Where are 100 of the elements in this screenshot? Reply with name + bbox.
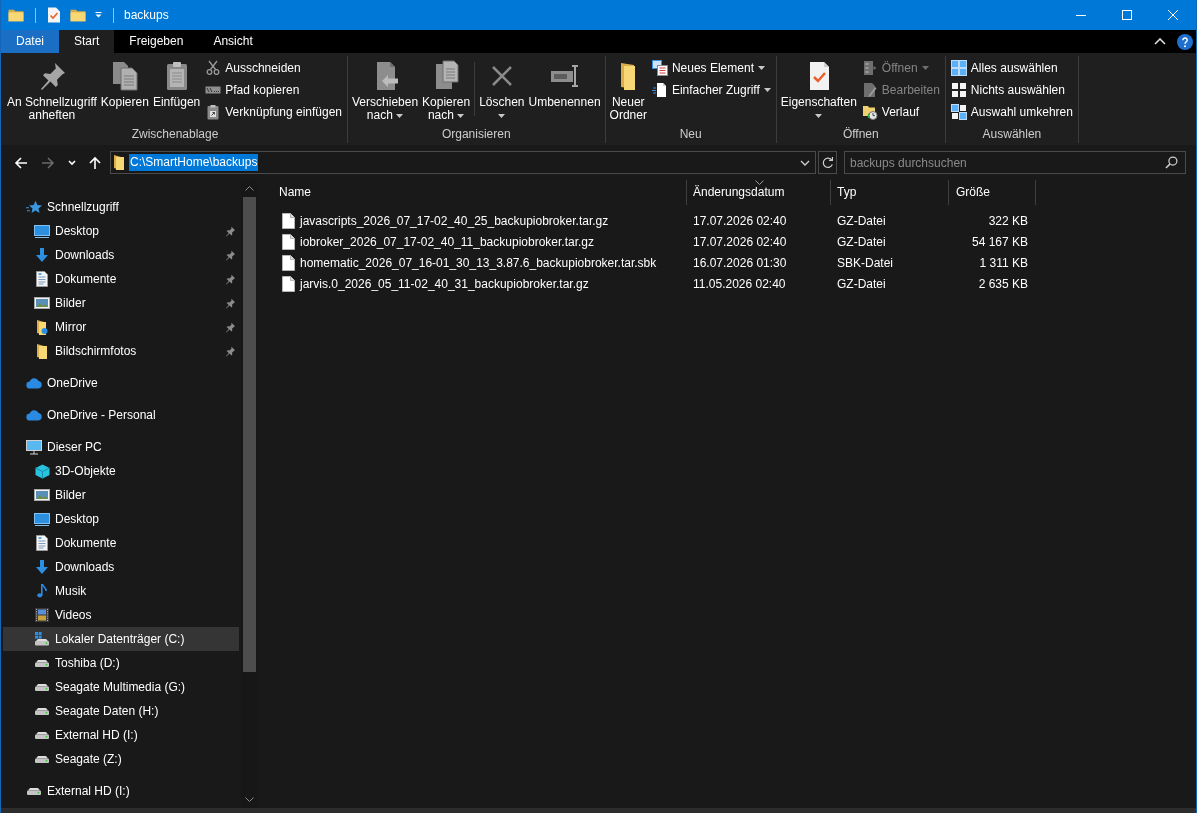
- caret-icon: [396, 113, 404, 118]
- maximize-icon[interactable]: [1122, 10, 1132, 20]
- picture-icon: [34, 297, 50, 309]
- tree-item[interactable]: Musik: [3, 579, 239, 603]
- drive-icon: [35, 731, 49, 739]
- drive-icon: [35, 632, 49, 646]
- copy-button[interactable]: Kopieren: [98, 56, 151, 111]
- refresh-icon: [821, 156, 834, 169]
- select-all-button[interactable]: Alles auswählen: [947, 57, 1076, 79]
- chevron-down-icon[interactable]: [800, 159, 810, 166]
- copy-path-button[interactable]: Pfad kopieren: [202, 79, 346, 101]
- history-icon: [861, 104, 878, 120]
- column-header[interactable]: Name: [271, 180, 687, 205]
- music-note-icon: [37, 584, 47, 598]
- select-none-button[interactable]: Nichts auswählen: [947, 79, 1076, 101]
- select-none-icon: [950, 82, 967, 98]
- cloud-icon: [26, 409, 42, 421]
- tree-item[interactable]: Bilder: [3, 291, 239, 315]
- copy-to-button[interactable]: Kopieren nach: [420, 56, 473, 124]
- chevron-down-icon: [754, 180, 764, 185]
- close-icon[interactable]: [1168, 10, 1178, 20]
- invert-selection-button[interactable]: Auswahl umkehren: [947, 101, 1076, 123]
- delete-button[interactable]: Löschen: [477, 56, 527, 124]
- tree-item[interactable]: Mirror: [3, 315, 239, 339]
- tree-item[interactable]: Desktop: [3, 219, 239, 243]
- document-icon: [36, 271, 48, 287]
- scrollbar-thumb[interactable]: [242, 197, 256, 672]
- tree-item[interactable]: Desktop: [3, 507, 239, 531]
- help-icon[interactable]: [1177, 33, 1193, 50]
- folder-icon[interactable]: [70, 8, 86, 22]
- caret-icon: [763, 88, 771, 92]
- file-name: javascripts_2026_07_17-02_40_25_backupiobroker.tar.gz: [300, 213, 609, 228]
- caret-icon[interactable]: [95, 12, 102, 18]
- file-icon: [282, 233, 295, 250]
- tree-item[interactable]: Seagate Daten (H:): [3, 699, 239, 723]
- modified-date: 16.07.2026 01:30: [692, 255, 788, 270]
- file-type: GZ-Datei: [836, 213, 887, 228]
- arrow-left-icon[interactable]: [14, 155, 28, 170]
- check-page-icon[interactable]: [47, 7, 61, 23]
- column-header[interactable]: Änderungsdatum: [687, 180, 831, 205]
- ribbon-tab[interactable]: Datei: [1, 30, 59, 53]
- tree-item[interactable]: Dokumente: [3, 267, 239, 291]
- tree-item[interactable]: Seagate (Z:): [3, 747, 239, 771]
- picture-icon: [34, 489, 50, 501]
- file-type: GZ-Datei: [836, 276, 887, 291]
- tree-item[interactable]: Downloads: [3, 243, 239, 267]
- cube-icon: [34, 463, 50, 479]
- file-size: 322 KB: [987, 213, 1029, 228]
- cut-button[interactable]: Ausschneiden: [202, 57, 346, 79]
- tree-item[interactable]: Videos: [3, 603, 239, 627]
- tree-item[interactable]: Schnellzugriff: [3, 195, 239, 219]
- easy-access-button[interactable]: Einfacher Zugriff: [648, 79, 774, 101]
- select-all-icon: [950, 60, 967, 76]
- tree-item[interactable]: Dokumente: [3, 531, 239, 555]
- film-icon: [35, 608, 49, 622]
- search-field[interactable]: backups durchsuchen: [844, 151, 1186, 174]
- tree-item[interactable]: Seagate Multimedia (G:): [3, 675, 239, 699]
- monitor-icon: [26, 439, 42, 455]
- drive-icon: [35, 707, 49, 715]
- paste-button[interactable]: Einfügen: [150, 56, 203, 111]
- tree-item[interactable]: Bilder: [3, 483, 239, 507]
- tree-item[interactable]: Dieser PC: [3, 435, 239, 459]
- ribbon-tab[interactable]: Freigeben: [114, 30, 199, 53]
- tree-item[interactable]: OneDrive - Personal: [3, 403, 239, 427]
- tree-item[interactable]: External HD (I:): [3, 723, 239, 747]
- folder-icon[interactable]: [8, 8, 24, 22]
- properties-button[interactable]: Eigenschaften: [778, 56, 859, 124]
- tree-item[interactable]: Lokaler Datenträger (C:): [3, 627, 239, 651]
- search-icon[interactable]: [1165, 156, 1178, 169]
- drive-icon: [35, 683, 49, 691]
- modified-date: 11.05.2026 02:40: [692, 276, 787, 291]
- file-name: iobroker_2026_07_17-02_40_11_backupiobroker.tar.gz: [300, 234, 594, 249]
- column-header[interactable]: Größe: [949, 180, 1036, 205]
- tree-item[interactable]: 3D-Objekte: [3, 459, 239, 483]
- move-to-button[interactable]: Verschieben nach: [350, 56, 421, 124]
- new-item-button[interactable]: Neues Element: [648, 57, 774, 79]
- arrow-down-icon: [35, 248, 49, 262]
- file-size: 1 311 KB: [978, 255, 1029, 270]
- arrow-up-icon[interactable]: [89, 155, 101, 170]
- minimize-icon[interactable]: [1076, 14, 1086, 16]
- ribbon-tab[interactable]: Ansicht: [198, 30, 268, 53]
- history-button[interactable]: Verlauf: [858, 101, 943, 123]
- pin-button[interactable]: An Schnellzugriff anheften: [5, 56, 99, 124]
- address-field[interactable]: C:\SmartHome\backups: [110, 151, 816, 174]
- paste-shortcut-button[interactable]: Verknüpfung einfügen: [202, 101, 346, 123]
- arrow-down-icon: [35, 560, 49, 574]
- ribbon-tab[interactable]: Start: [59, 30, 115, 53]
- file-icon: [282, 254, 295, 271]
- address-path: C:\SmartHome\backups: [129, 154, 259, 171]
- tree-item[interactable]: Toshiba (D:): [3, 651, 239, 675]
- tree-item[interactable]: OneDrive: [3, 371, 239, 395]
- new-folder-button[interactable]: Neuer Ordner: [607, 56, 649, 124]
- edit-icon: [861, 82, 878, 98]
- rename-button[interactable]: Umbenennen: [526, 56, 603, 111]
- tree-item[interactable]: Bildschirmfotos: [3, 339, 239, 363]
- tree-item[interactable]: Downloads: [3, 555, 239, 579]
- modified-date: 17.07.2026 02:40: [692, 213, 788, 228]
- column-header[interactable]: Typ: [831, 180, 949, 205]
- refresh-button[interactable]: [818, 151, 837, 174]
- tree-item[interactable]: External HD (I:): [3, 779, 239, 803]
